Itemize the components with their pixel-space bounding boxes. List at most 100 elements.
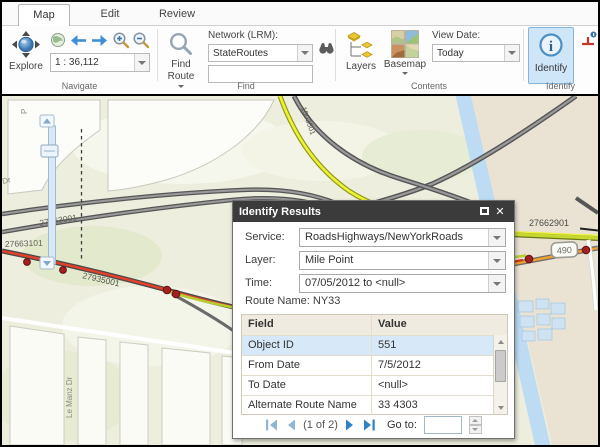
route-shield-490: 490 [551,242,578,258]
chevron-down-icon [493,282,501,286]
network-lrm-dropdown-button[interactable] [297,45,312,61]
time-value: 07/05/2012 to <null> [300,275,488,292]
group-label-navigate: Navigate [2,81,157,93]
scroll-down-button[interactable] [494,401,507,414]
tab-map[interactable]: Map [18,4,70,27]
route-label: 27662901 [529,218,569,228]
network-lrm-value: StateRoutes [209,48,297,59]
cell-field: To Date [242,376,372,395]
group-label-identify: Identify [523,81,598,93]
table-row[interactable]: To Date <null> [242,375,507,395]
svg-text:i: i [549,39,553,55]
group-separator [523,29,524,81]
chevron-down-icon [138,61,146,65]
goto-label: Go to: [387,419,417,431]
tab-edit[interactable]: Edit [86,4,134,26]
time-dropdown-button[interactable] [488,275,505,292]
tab-map-label: Map [33,9,54,21]
route-name-value: NY33 [313,295,341,307]
tab-review[interactable]: Review [148,4,206,26]
find-route-magnifier-icon [168,32,194,58]
view-date-combobox[interactable]: Today [432,44,520,62]
maximize-icon [480,207,489,215]
close-icon: ✕ [495,206,504,218]
maximize-button[interactable] [476,204,492,220]
identify-label: Identify [535,63,567,74]
back-button[interactable] [70,34,87,52]
chevron-down-icon [493,259,501,263]
layer-label: Layer: [245,251,276,270]
map-scale-combobox[interactable]: 1 : 36,112 [50,53,150,72]
street-label: P [20,109,29,114]
cell-field: Object ID [242,336,372,355]
identify-route-tool-icon [580,31,597,48]
service-dropdown-button[interactable] [488,229,505,246]
identify-route-tool-button[interactable] [580,31,597,53]
find-binoculars-button[interactable] [318,42,335,61]
triangle-down-icon [472,428,478,431]
identify-button[interactable]: i Identify [528,27,574,84]
find-route-button[interactable]: Find Route [162,32,200,88]
column-header-value: Value [372,315,507,335]
scrollbar-thumb[interactable] [495,350,506,382]
table-row[interactable]: Object ID 551 [242,335,507,355]
service-combobox[interactable]: RoadsHighways/NewYorkRoads [299,228,506,247]
goto-page-input[interactable] [424,416,462,434]
ribbon: Explore [2,26,598,94]
table-row[interactable]: From Date 7/5/2012 [242,355,507,375]
scroll-up-button[interactable] [494,335,507,348]
map-view[interactable]: 490 27663001 27663101 27935001 27662901 … [2,96,598,445]
map-scale-value: 1 : 36,112 [51,57,134,68]
route-name-label: Route Name: [245,295,310,307]
forward-button[interactable] [91,34,108,52]
view-date-dropdown-button[interactable] [504,45,519,61]
group-separator [335,29,336,81]
explore-button[interactable]: Explore [6,30,46,72]
cell-field: From Date [242,356,372,375]
zoom-out-icon [132,31,150,49]
full-extent-globe-button[interactable] [50,32,66,53]
close-button[interactable]: ✕ [492,204,508,220]
table-header-row: Field Value [242,315,507,335]
explore-label: Explore [9,61,43,72]
cell-value: 7/5/2012 [372,356,507,375]
group-separator [157,29,158,81]
zoom-out-button[interactable] [132,31,150,54]
goto-spinner [469,416,482,434]
identify-icon: i [536,31,566,63]
time-label: Time: [245,274,272,293]
dialog-title-bar[interactable]: Identify Results ✕ [233,201,514,222]
arrow-left-icon [70,34,87,47]
previous-page-button[interactable] [285,419,296,431]
pagination-bar: (1 of 2) Go to: [233,415,514,435]
network-lrm-label: Network (LRM): [208,30,278,41]
layers-button[interactable]: Layers [342,30,380,72]
next-page-button[interactable] [345,419,356,431]
triangle-up-icon [472,419,478,422]
route-label: 27663101 [5,238,43,249]
map-scale-dropdown-button[interactable] [134,54,149,71]
zoom-in-button[interactable] [112,31,130,54]
service-label: Service: [245,228,285,247]
route-name-line: Route Name: NY33 [245,295,340,311]
dialog-title: Identify Results [239,206,476,218]
spinner-up-button[interactable] [469,416,482,425]
layer-combobox[interactable]: Mile Point [299,251,506,270]
cell-value: 33 4303 [372,396,507,415]
basemap-button[interactable]: Basemap [382,30,428,75]
chevron-down-icon [402,72,408,75]
first-page-button[interactable] [265,419,278,431]
page-info: (1 of 2) [303,419,338,431]
ribbon-tab-bar: Map Edit Review [2,2,598,26]
layers-label: Layers [346,61,376,72]
spinner-down-button[interactable] [469,425,482,434]
layer-dropdown-button[interactable] [488,252,505,269]
column-header-field: Field [242,315,372,335]
network-lrm-combobox[interactable]: StateRoutes [208,44,313,62]
cell-value: 551 [372,336,507,355]
table-scrollbar[interactable] [493,335,507,414]
time-combobox[interactable]: 07/05/2012 to <null> [299,274,506,293]
service-value: RoadsHighways/NewYorkRoads [300,229,488,246]
table-row[interactable]: Alternate Route Name 33 4303 [242,395,507,415]
last-page-button[interactable] [363,419,376,431]
